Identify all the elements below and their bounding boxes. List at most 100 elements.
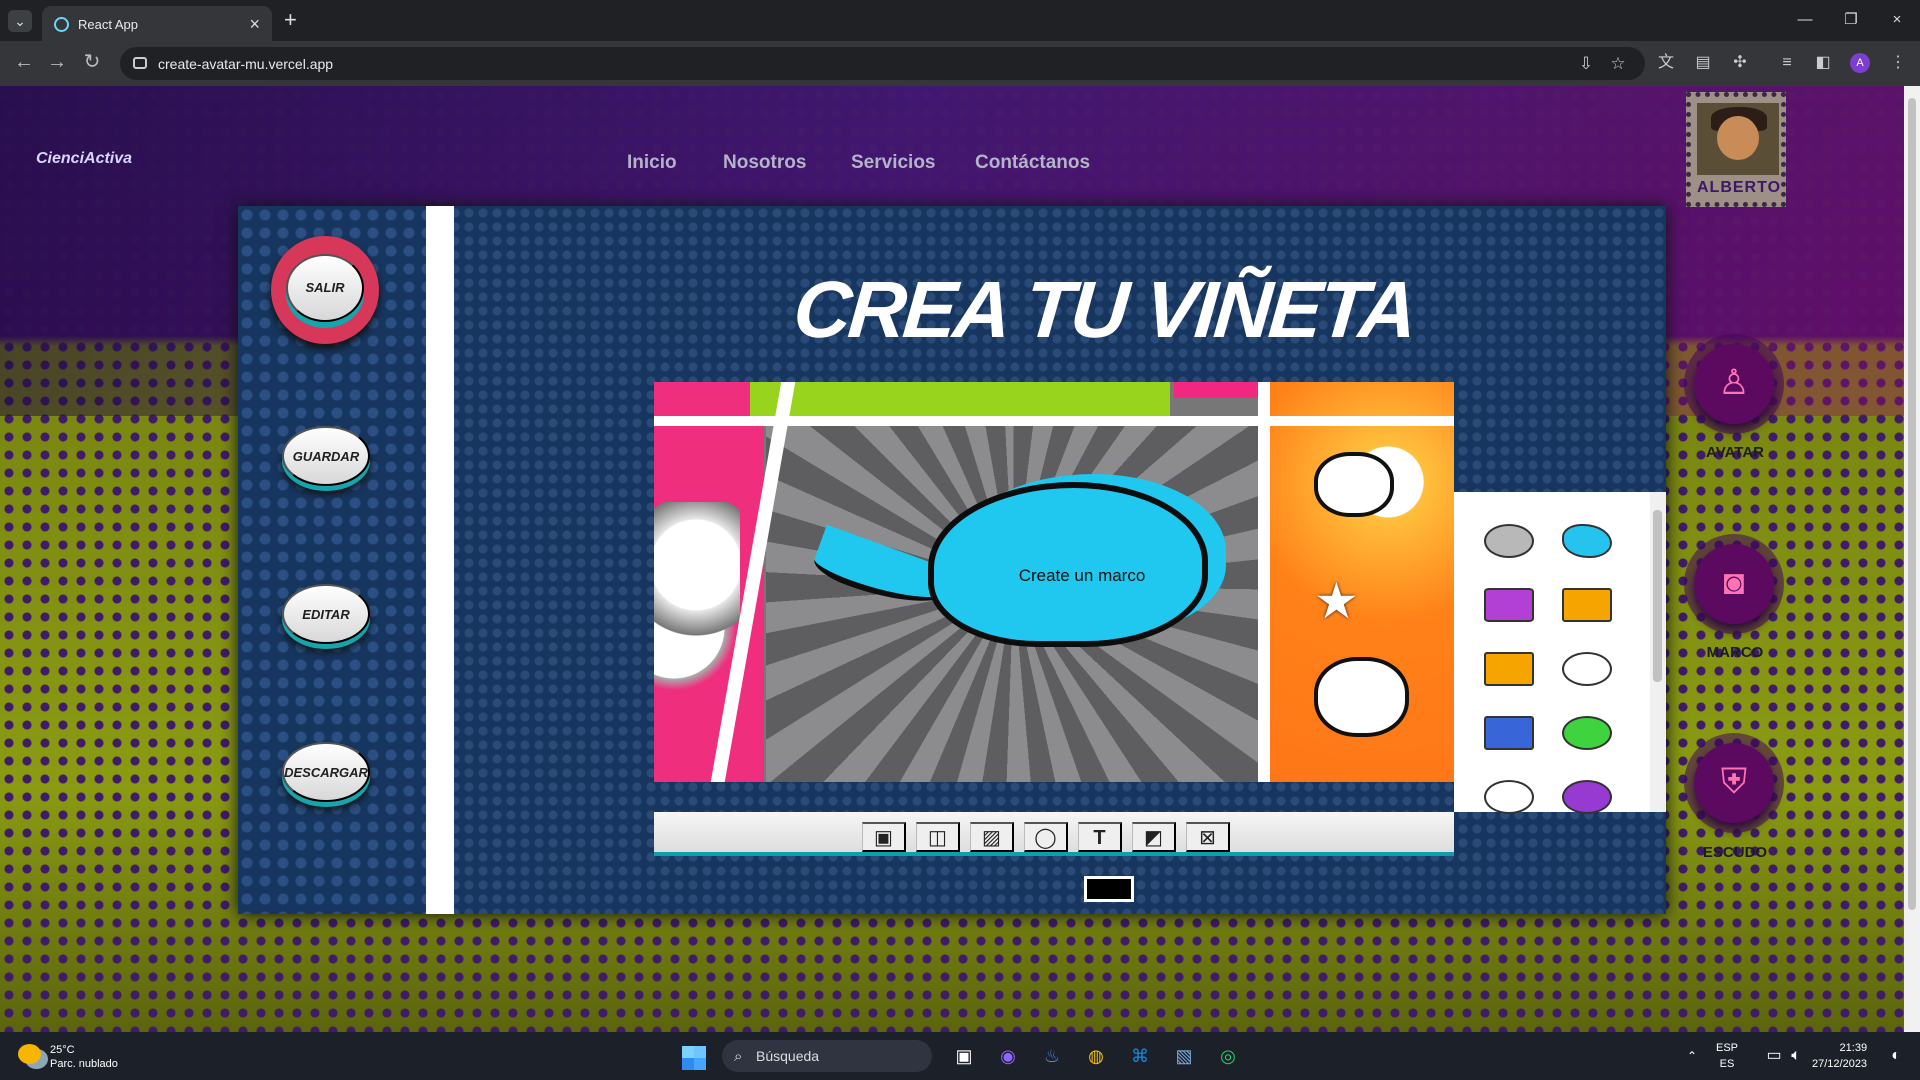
url-text: create-avatar-mu.vercel.app bbox=[158, 56, 334, 72]
notification-icon[interactable]: ◐ bbox=[1882, 1042, 1910, 1070]
ssms-icon[interactable]: ▧ bbox=[1170, 1042, 1198, 1070]
star-graphic: ★ bbox=[1314, 573, 1359, 629]
text-icon[interactable]: T bbox=[1078, 822, 1122, 852]
page-viewport: CienciActiva Inicio Nosotros Servicios C… bbox=[0, 86, 1904, 1032]
volume-icon[interactable]: 🔈︎ bbox=[1782, 1042, 1810, 1070]
browser-tab-strip: ⌄ React App × + — ❐ × bbox=[0, 0, 1920, 41]
clock[interactable]: 21:39 27/12/2023 bbox=[1812, 1040, 1867, 1072]
install-app-icon[interactable]: ⇩ bbox=[1575, 54, 1597, 74]
partly-cloudy-icon bbox=[18, 1044, 41, 1064]
side-panel-icon[interactable]: ◧ bbox=[1811, 51, 1835, 75]
avatar-button[interactable]: ♙ bbox=[1694, 344, 1774, 424]
layout-icon[interactable]: ◫ bbox=[916, 822, 960, 852]
right-cloud-graphic bbox=[1314, 452, 1394, 517]
search-placeholder: Búsqueda bbox=[756, 1048, 820, 1064]
editor-title: CREA TU VIÑETA bbox=[790, 265, 1419, 354]
search-icon: ⌕ bbox=[734, 1048, 743, 1065]
nav-nosotros[interactable]: Nosotros bbox=[723, 152, 806, 174]
weather-text: 25°C Parc. nublado bbox=[50, 1043, 150, 1071]
camera-frame-icon: ◙ bbox=[1723, 563, 1745, 602]
right-cloud-graphic bbox=[1314, 657, 1409, 737]
clear-icon[interactable]: ⊠ bbox=[1186, 822, 1230, 852]
orange-shout-bubble[interactable] bbox=[1484, 652, 1534, 686]
close-window-button[interactable]: × bbox=[1874, 0, 1920, 41]
start-button[interactable] bbox=[682, 1046, 706, 1070]
minimize-button[interactable]: — bbox=[1782, 0, 1828, 41]
speech-bubble[interactable] bbox=[928, 482, 1208, 647]
taskbar-search[interactable]: ⌕ Búsqueda bbox=[722, 1040, 932, 1072]
tab-search-button[interactable]: ⌄ bbox=[8, 10, 32, 32]
whatsapp-icon[interactable]: ◎ bbox=[1214, 1042, 1242, 1070]
bookmark-star-icon[interactable]: ☆ bbox=[1607, 54, 1629, 74]
orange-rect-bubble[interactable] bbox=[1562, 588, 1612, 622]
avatar-name: ALBERTO bbox=[1697, 179, 1782, 196]
escudo-button[interactable]: ⛨ bbox=[1694, 743, 1774, 823]
purple-cloud-bubble[interactable] bbox=[1562, 780, 1612, 814]
postgresql-icon[interactable]: ♨ bbox=[1038, 1042, 1066, 1070]
shield-icon: ⛨ bbox=[1720, 762, 1748, 801]
close-tab-icon[interactable]: × bbox=[249, 14, 260, 35]
reload-icon[interactable]: ↻ bbox=[80, 51, 104, 75]
language-top: ESP bbox=[1716, 1042, 1739, 1054]
document-icon[interactable]: ▤ bbox=[1691, 51, 1715, 75]
blue-cloud-bubble[interactable] bbox=[1562, 524, 1612, 558]
time: 21:39 bbox=[1839, 1042, 1868, 1054]
blue-rect-bubble[interactable] bbox=[1484, 716, 1534, 750]
address-bar[interactable]: create-avatar-mu.vercel.app ⇩ ☆ bbox=[120, 47, 1645, 80]
sticker-panel bbox=[1454, 492, 1666, 814]
comic-canvas[interactable]: Create un marco ★ bbox=[654, 382, 1454, 782]
guardar-button[interactable]: GUARDAR bbox=[282, 426, 370, 486]
page-scrollbar-thumb[interactable] bbox=[1908, 98, 1916, 910]
avatar-label: AVATAR bbox=[1705, 444, 1765, 461]
task-view-icon[interactable]: ▣ bbox=[950, 1042, 978, 1070]
date: 27/12/2023 bbox=[1812, 1058, 1868, 1070]
extensions-icon[interactable]: ✣ bbox=[1728, 51, 1752, 75]
vscode-icon[interactable]: ⌘ bbox=[1126, 1042, 1154, 1070]
speech-bubble-text[interactable]: Create un marco bbox=[972, 566, 1192, 586]
marco-button[interactable]: ◙ bbox=[1694, 544, 1774, 624]
profile-avatar[interactable]: A bbox=[1850, 53, 1870, 73]
language-bottom: ES bbox=[1719, 1058, 1735, 1070]
white-cloud-bubble[interactable] bbox=[1562, 652, 1612, 686]
purple-burst-bubble[interactable] bbox=[1484, 588, 1534, 622]
editor-sidebar: SALIR GUARDAR EDITAR DESCARGAR bbox=[238, 206, 426, 914]
editor-divider bbox=[426, 206, 454, 914]
media-icon[interactable]: ≡ bbox=[1775, 51, 1799, 75]
restore-button[interactable]: ❐ bbox=[1828, 0, 1874, 41]
sticker-icon[interactable]: ◩ bbox=[1132, 822, 1176, 852]
forward-icon[interactable]: → bbox=[45, 51, 69, 75]
user-icon: ♙ bbox=[1718, 363, 1750, 402]
nav-contactanos[interactable]: Contáctanos bbox=[975, 152, 1090, 174]
comic-panel-top bbox=[750, 382, 1170, 416]
salir-button[interactable]: SALIR bbox=[286, 254, 364, 322]
descargar-button[interactable]: DESCARGAR bbox=[282, 742, 370, 802]
back-icon[interactable]: ← bbox=[12, 51, 36, 75]
nav-inicio[interactable]: Inicio bbox=[627, 152, 677, 174]
teams-icon[interactable]: ◉ bbox=[994, 1042, 1022, 1070]
chrome-icon[interactable]: ◍ bbox=[1082, 1042, 1110, 1070]
sticker-scrollbar-thumb[interactable] bbox=[1653, 510, 1662, 682]
white-thought-bubble[interactable] bbox=[1484, 780, 1534, 814]
camera-icon[interactable]: ▣ bbox=[862, 822, 906, 852]
gray-oval-bubble[interactable] bbox=[1484, 524, 1534, 558]
nav-servicios[interactable]: Servicios bbox=[851, 152, 936, 174]
pattern-icon[interactable]: ▨ bbox=[970, 822, 1014, 852]
weather-description: Parc. nublado bbox=[50, 1058, 118, 1070]
new-tab-button[interactable]: + bbox=[284, 7, 297, 33]
speech-bubble-icon[interactable]: ◯ bbox=[1024, 822, 1068, 852]
editar-button[interactable]: EDITAR bbox=[282, 584, 370, 644]
green-oval-bubble[interactable] bbox=[1562, 716, 1612, 750]
site-info-icon[interactable] bbox=[133, 57, 147, 69]
show-hidden-icons[interactable]: ⌃ bbox=[1682, 1042, 1702, 1070]
temperature: 25°C bbox=[50, 1044, 75, 1056]
language-indicator[interactable]: ESP ES bbox=[1716, 1040, 1738, 1072]
user-avatar-stamp[interactable]: ALBERTO bbox=[1686, 92, 1786, 207]
menu-icon[interactable]: ⋮ bbox=[1886, 51, 1910, 75]
color-swatch[interactable] bbox=[1084, 876, 1134, 902]
site-logo[interactable]: CienciActiva bbox=[36, 150, 132, 168]
left-cloud-graphic bbox=[654, 502, 740, 712]
react-icon bbox=[54, 17, 69, 32]
window-controls: — ❐ × bbox=[1782, 0, 1920, 41]
browser-tab[interactable]: React App × bbox=[42, 6, 272, 41]
translate-icon[interactable]: 文 bbox=[1654, 51, 1678, 75]
